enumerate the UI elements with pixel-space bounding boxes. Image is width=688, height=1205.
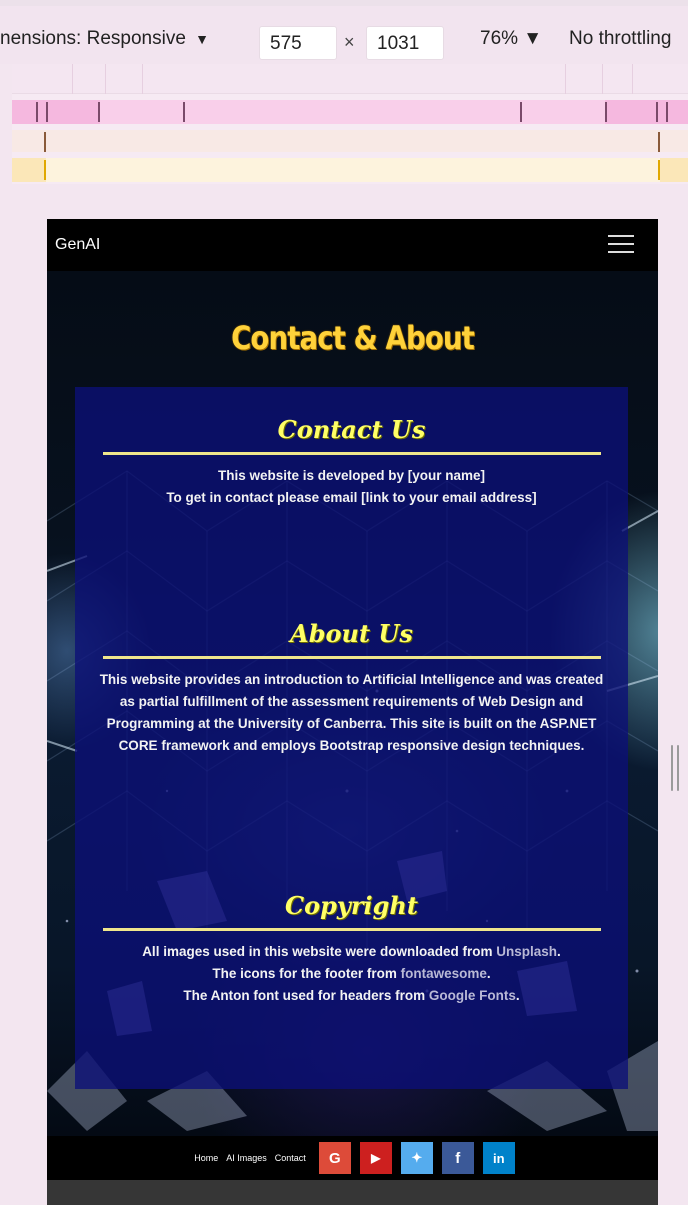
page-title: Contact & About <box>231 319 475 357</box>
copyright-line-2: The icons for the footer from fontawesom… <box>212 966 491 981</box>
contact-title: Contact Us <box>277 415 426 444</box>
navbar: GenAI <box>47 219 658 271</box>
linkedin-icon[interactable]: in <box>482 1142 515 1174</box>
zoom-dropdown[interactable]: 76% ▼ <box>480 28 542 50</box>
hamburger-icon[interactable] <box>608 235 634 255</box>
footer-link-home[interactable]: Home <box>194 1153 218 1163</box>
copyright-line-1: All images used in this website were dow… <box>142 944 561 959</box>
copyright-title: Copyright <box>285 891 418 920</box>
copyright-line-3: The Anton font used for headers from Goo… <box>183 988 520 1003</box>
devtools-device-toolbar: nensions: Responsive ▼ 575 × 1031 76% ▼ … <box>0 0 688 64</box>
media-query-min-width-bar[interactable] <box>12 158 688 182</box>
media-query-range-bar[interactable] <box>12 130 688 152</box>
dimensions-dropdown[interactable]: nensions: Responsive ▼ <box>0 28 209 50</box>
footer-link-contact[interactable]: Contact <box>275 1153 306 1163</box>
navbar-brand[interactable]: GenAI <box>55 236 100 254</box>
contact-line-1: This website is developed by [your name] <box>217 468 486 483</box>
contact-line-2[interactable]: To get in contact please email [link to … <box>95 487 608 509</box>
footer-link-ai-images[interactable]: AI Images <box>226 1153 267 1163</box>
about-title: About Us <box>290 619 413 648</box>
unsplash-link[interactable]: Unsplash <box>496 944 557 959</box>
chevron-down-icon: ▼ <box>195 31 210 47</box>
media-query-max-width-bar[interactable] <box>12 100 688 124</box>
fontawesome-link[interactable]: fontawesome <box>401 966 487 981</box>
footer: Home AI Images Contact G ▶ ✦ f in <box>47 1136 658 1180</box>
dimensions-label: nensions: Responsive <box>0 28 186 49</box>
section-divider <box>102 656 601 659</box>
media-query-bars <box>12 64 688 184</box>
facebook-icon[interactable]: f <box>441 1142 474 1174</box>
hero-background: Contact & About Contact Us This website … <box>47 271 658 1136</box>
contact-section: Contact Us This website is developed by … <box>75 415 628 509</box>
google-icon[interactable]: G <box>318 1142 351 1174</box>
times-icon: × <box>344 32 355 52</box>
section-divider <box>102 452 601 455</box>
copyright-section: Copyright All images used in this websit… <box>75 891 628 1007</box>
about-text: This website provides an introduction to… <box>99 672 604 753</box>
google-fonts-link[interactable]: Google Fonts <box>429 988 516 1003</box>
info-card: Contact Us This website is developed by … <box>75 387 628 1089</box>
about-section: About Us This website provides an introd… <box>75 619 628 757</box>
section-divider <box>102 928 601 931</box>
viewport-resize-handle[interactable] <box>671 745 681 791</box>
twitter-icon[interactable]: ✦ <box>400 1142 433 1174</box>
height-input[interactable]: 1031 <box>366 26 444 60</box>
page-bottom-band <box>47 1180 658 1205</box>
width-input[interactable]: 575 <box>259 26 337 60</box>
contact-text: This website is developed by [your name]… <box>75 465 628 509</box>
media-query-row-top <box>12 64 688 94</box>
copyright-text: All images used in this website were dow… <box>75 941 628 1007</box>
youtube-icon[interactable]: ▶ <box>359 1142 392 1174</box>
emulated-viewport: GenAI Contact & About Contact Us This we… <box>47 219 658 1205</box>
throttling-dropdown[interactable]: No throttling <box>569 28 671 50</box>
